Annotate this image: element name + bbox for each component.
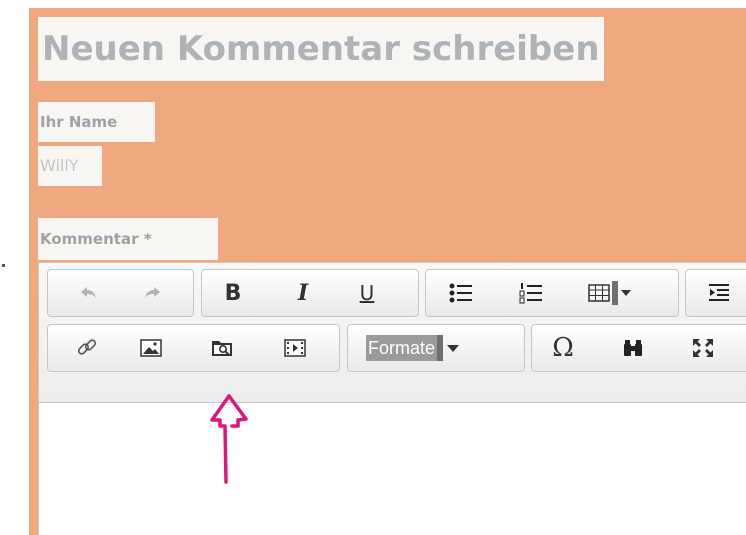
indent-group (685, 269, 746, 317)
link-icon (77, 339, 97, 355)
comment-editor[interactable]: B I U Formate Ω (38, 262, 746, 535)
special-char-icon: Ω (552, 333, 574, 363)
history-group (47, 269, 194, 317)
basic-styles-group: B I U (201, 269, 419, 317)
numbered-list-button[interactable] (514, 278, 548, 308)
numbered-list-icon (519, 283, 542, 304)
table-icon (588, 284, 610, 302)
maximize-button[interactable] (686, 333, 720, 363)
media-button[interactable] (278, 333, 312, 363)
bold-button[interactable]: B (216, 278, 250, 308)
format-dropdown[interactable]: Formate (366, 335, 512, 361)
maximize-icon (693, 339, 713, 357)
stray-dot (2, 264, 5, 267)
file-browser-button[interactable] (206, 333, 240, 363)
insert-group (47, 324, 340, 372)
name-label: Ihr Name (38, 102, 155, 142)
image-icon (140, 339, 162, 357)
bold-icon: B (224, 280, 242, 306)
bulleted-list-icon (449, 283, 472, 303)
underline-button[interactable]: U (350, 278, 384, 308)
indent-button[interactable] (702, 278, 736, 308)
undo-button[interactable] (72, 278, 106, 308)
form-title: Neuen Kommentar schreiben (38, 17, 604, 81)
comment-label: Kommentar * (38, 218, 218, 260)
redo-icon (145, 287, 160, 298)
italic-icon: I (297, 280, 309, 306)
file-browser-icon (212, 341, 232, 356)
image-button[interactable] (134, 333, 168, 363)
find-icon (624, 340, 642, 356)
media-icon (284, 339, 306, 357)
format-dropdown-label: Formate (366, 335, 438, 361)
undo-icon (81, 287, 96, 298)
annotation-arrow (210, 394, 248, 484)
indent-icon (709, 284, 729, 301)
table-button[interactable] (588, 278, 648, 308)
table-split (612, 281, 618, 305)
format-group: Formate (347, 324, 525, 372)
italic-button[interactable]: I (286, 278, 320, 308)
chevron-down-icon (447, 344, 460, 352)
underline-icon: U (359, 281, 375, 305)
find-button[interactable] (616, 333, 650, 363)
redo-button[interactable] (135, 278, 169, 308)
editor-toolbar: B I U Formate Ω (39, 263, 746, 403)
name-value: WillY (38, 146, 102, 186)
tools-group: Ω (531, 324, 746, 372)
bulleted-list-button[interactable] (444, 278, 478, 308)
format-dropdown-split (437, 335, 444, 361)
chevron-down-icon (621, 290, 631, 296)
link-button[interactable] (70, 333, 104, 363)
list-group (425, 269, 679, 317)
special-char-button[interactable]: Ω (546, 333, 580, 363)
